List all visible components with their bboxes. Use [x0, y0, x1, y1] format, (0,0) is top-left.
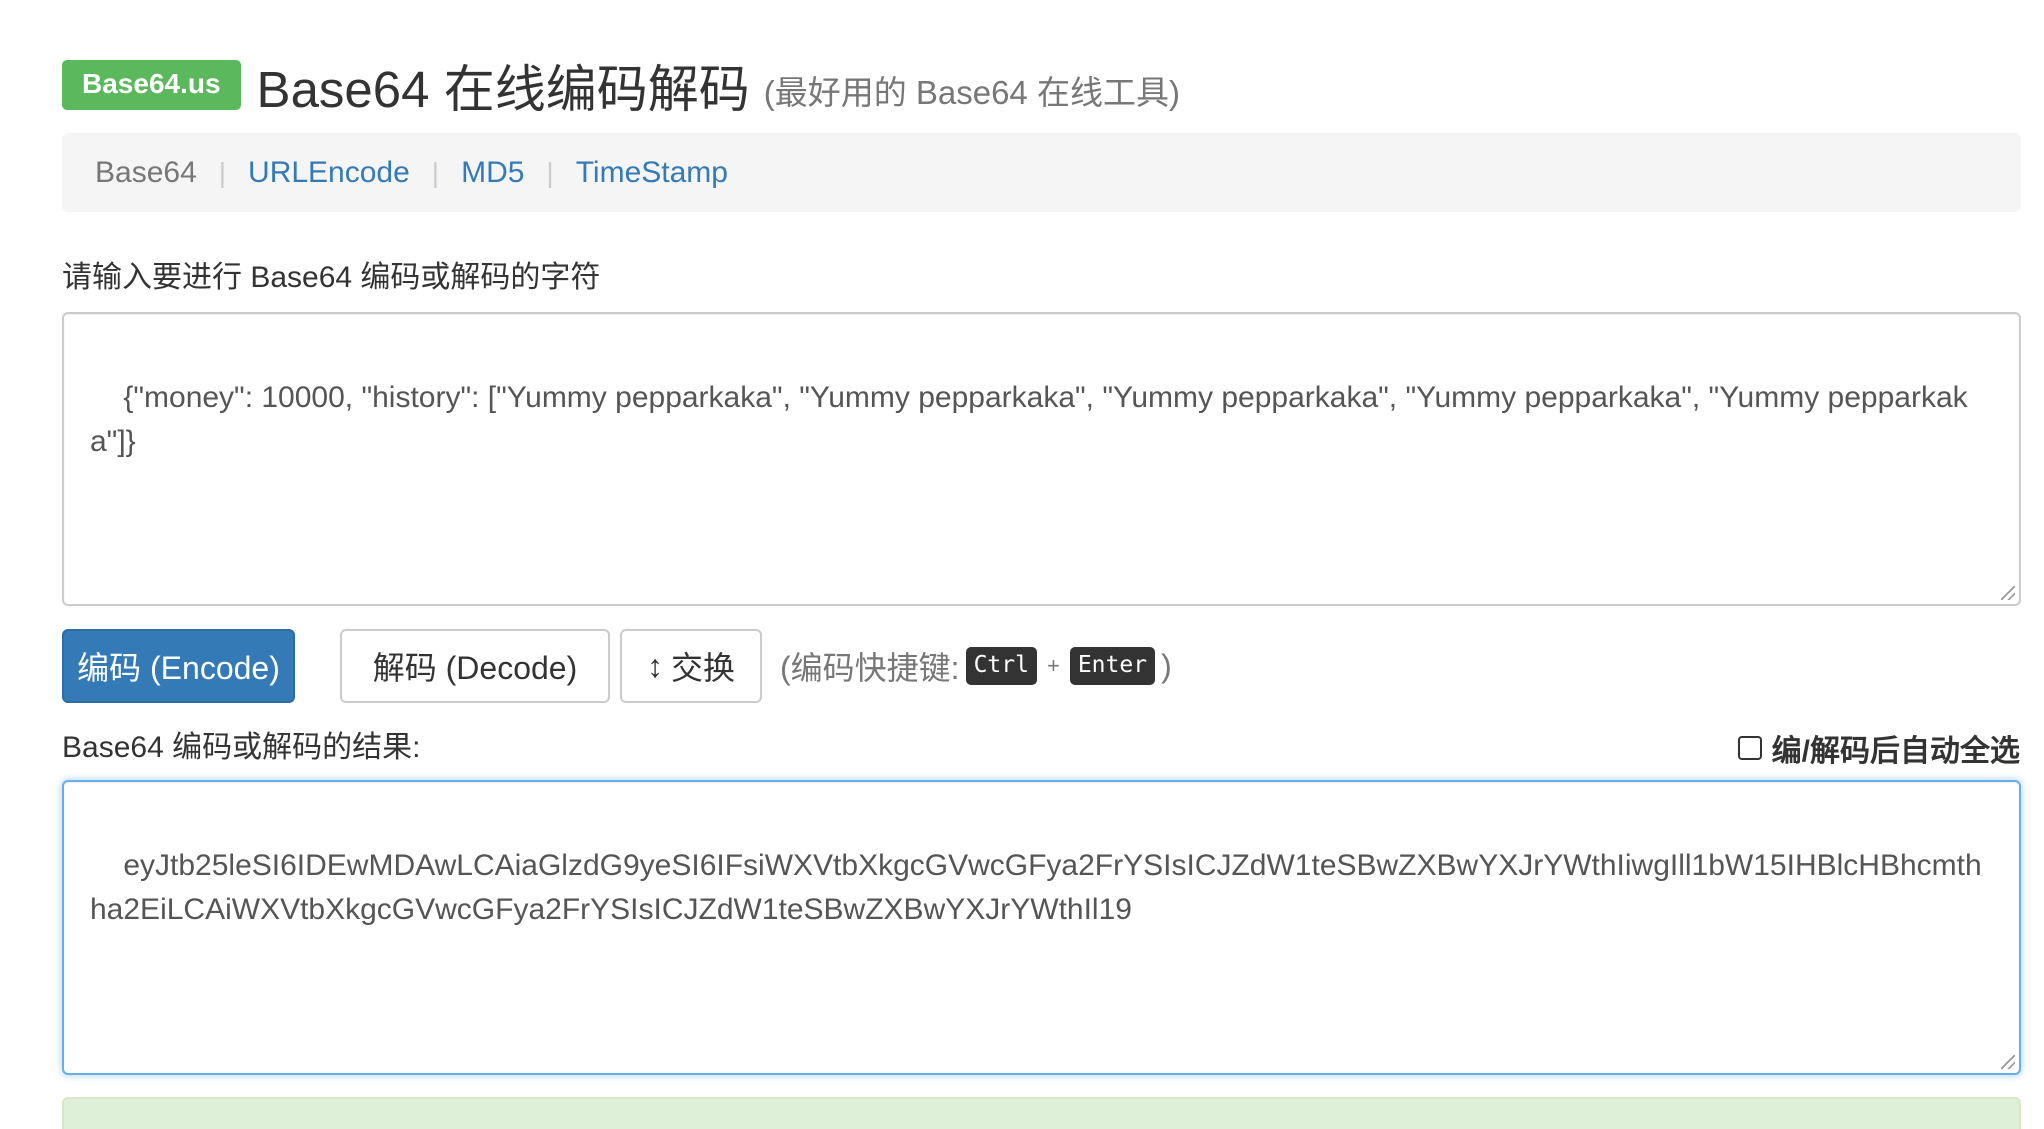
kbd-ctrl: Ctrl — [965, 647, 1037, 685]
input-textarea[interactable]: {"money": 10000, "history": ["Yummy pepp… — [62, 312, 2021, 606]
shortcut-prefix: (编码快捷键: — [780, 650, 960, 686]
encode-button[interactable]: 编码 (Encode) — [62, 629, 295, 703]
input-label: 请输入要进行 Base64 编码或解码的字符 — [62, 261, 601, 294]
resize-handle-icon[interactable] — [2001, 586, 2015, 600]
breadcrumb-nav: Base64 | URLEncode | MD5 | TimeStamp — [62, 133, 2021, 212]
decode-button[interactable]: 解码 (Decode) — [340, 629, 610, 703]
shortcut-suffix: ) — [1161, 647, 1172, 684]
brand-badge[interactable]: Base64.us — [62, 60, 241, 110]
swap-button[interactable]: ↕ 交换 — [620, 629, 762, 703]
shortcut-hint: (编码快捷键: Ctrl + Enter ) — [780, 640, 1172, 692]
auto-select-checkbox[interactable] — [1737, 736, 1762, 760]
input-text: {"money": 10000, "history": ["Yummy pepp… — [90, 381, 1968, 458]
page-subtitle: (最好用的 Base64 在线工具) — [763, 74, 1180, 111]
auto-select-toggle[interactable]: 编/解码后自动全选 — [1737, 726, 2020, 770]
nav-link-urlencode[interactable]: URLEncode — [248, 156, 410, 190]
nav-separator: | — [546, 156, 554, 188]
nav-item-base64: Base64 — [95, 155, 197, 189]
nav-separator: | — [218, 156, 227, 188]
page: Base64.us Base64 在线编码解码 (最好用的 Base64 在线工… — [0, 0, 2044, 1129]
shortcut-plus: + — [1046, 653, 1060, 678]
decode-button-label: 解码 (Decode) — [372, 650, 578, 686]
encode-button-label: 编码 (Encode) — [77, 650, 280, 686]
page-title: Base64 在线编码解码 — [256, 61, 750, 118]
nav-separator: | — [431, 156, 440, 188]
kbd-enter: Enter — [1069, 647, 1156, 685]
resize-handle-icon[interactable] — [2001, 1055, 2015, 1069]
result-label: Base64 编码或解码的结果: — [62, 731, 421, 764]
nav-link-timestamp[interactable]: TimeStamp — [576, 156, 728, 190]
swap-button-label: 交换 — [670, 650, 735, 686]
swap-arrows-icon: ↕ — [646, 647, 663, 684]
output-textarea[interactable]: eyJtb25leSI6IDEwMDAwLCAiaGlzdG9yeSI6IFsi… — [62, 780, 2021, 1075]
nav-link-md5[interactable]: MD5 — [461, 156, 524, 190]
auto-select-label: 编/解码后自动全选 — [1771, 735, 2020, 768]
success-alert — [62, 1097, 2021, 1129]
output-text: eyJtb25leSI6IDEwMDAwLCAiaGlzdG9yeSI6IFsi… — [90, 849, 1982, 926]
header: Base64.us Base64 在线编码解码 (最好用的 Base64 在线工… — [62, 50, 1180, 120]
